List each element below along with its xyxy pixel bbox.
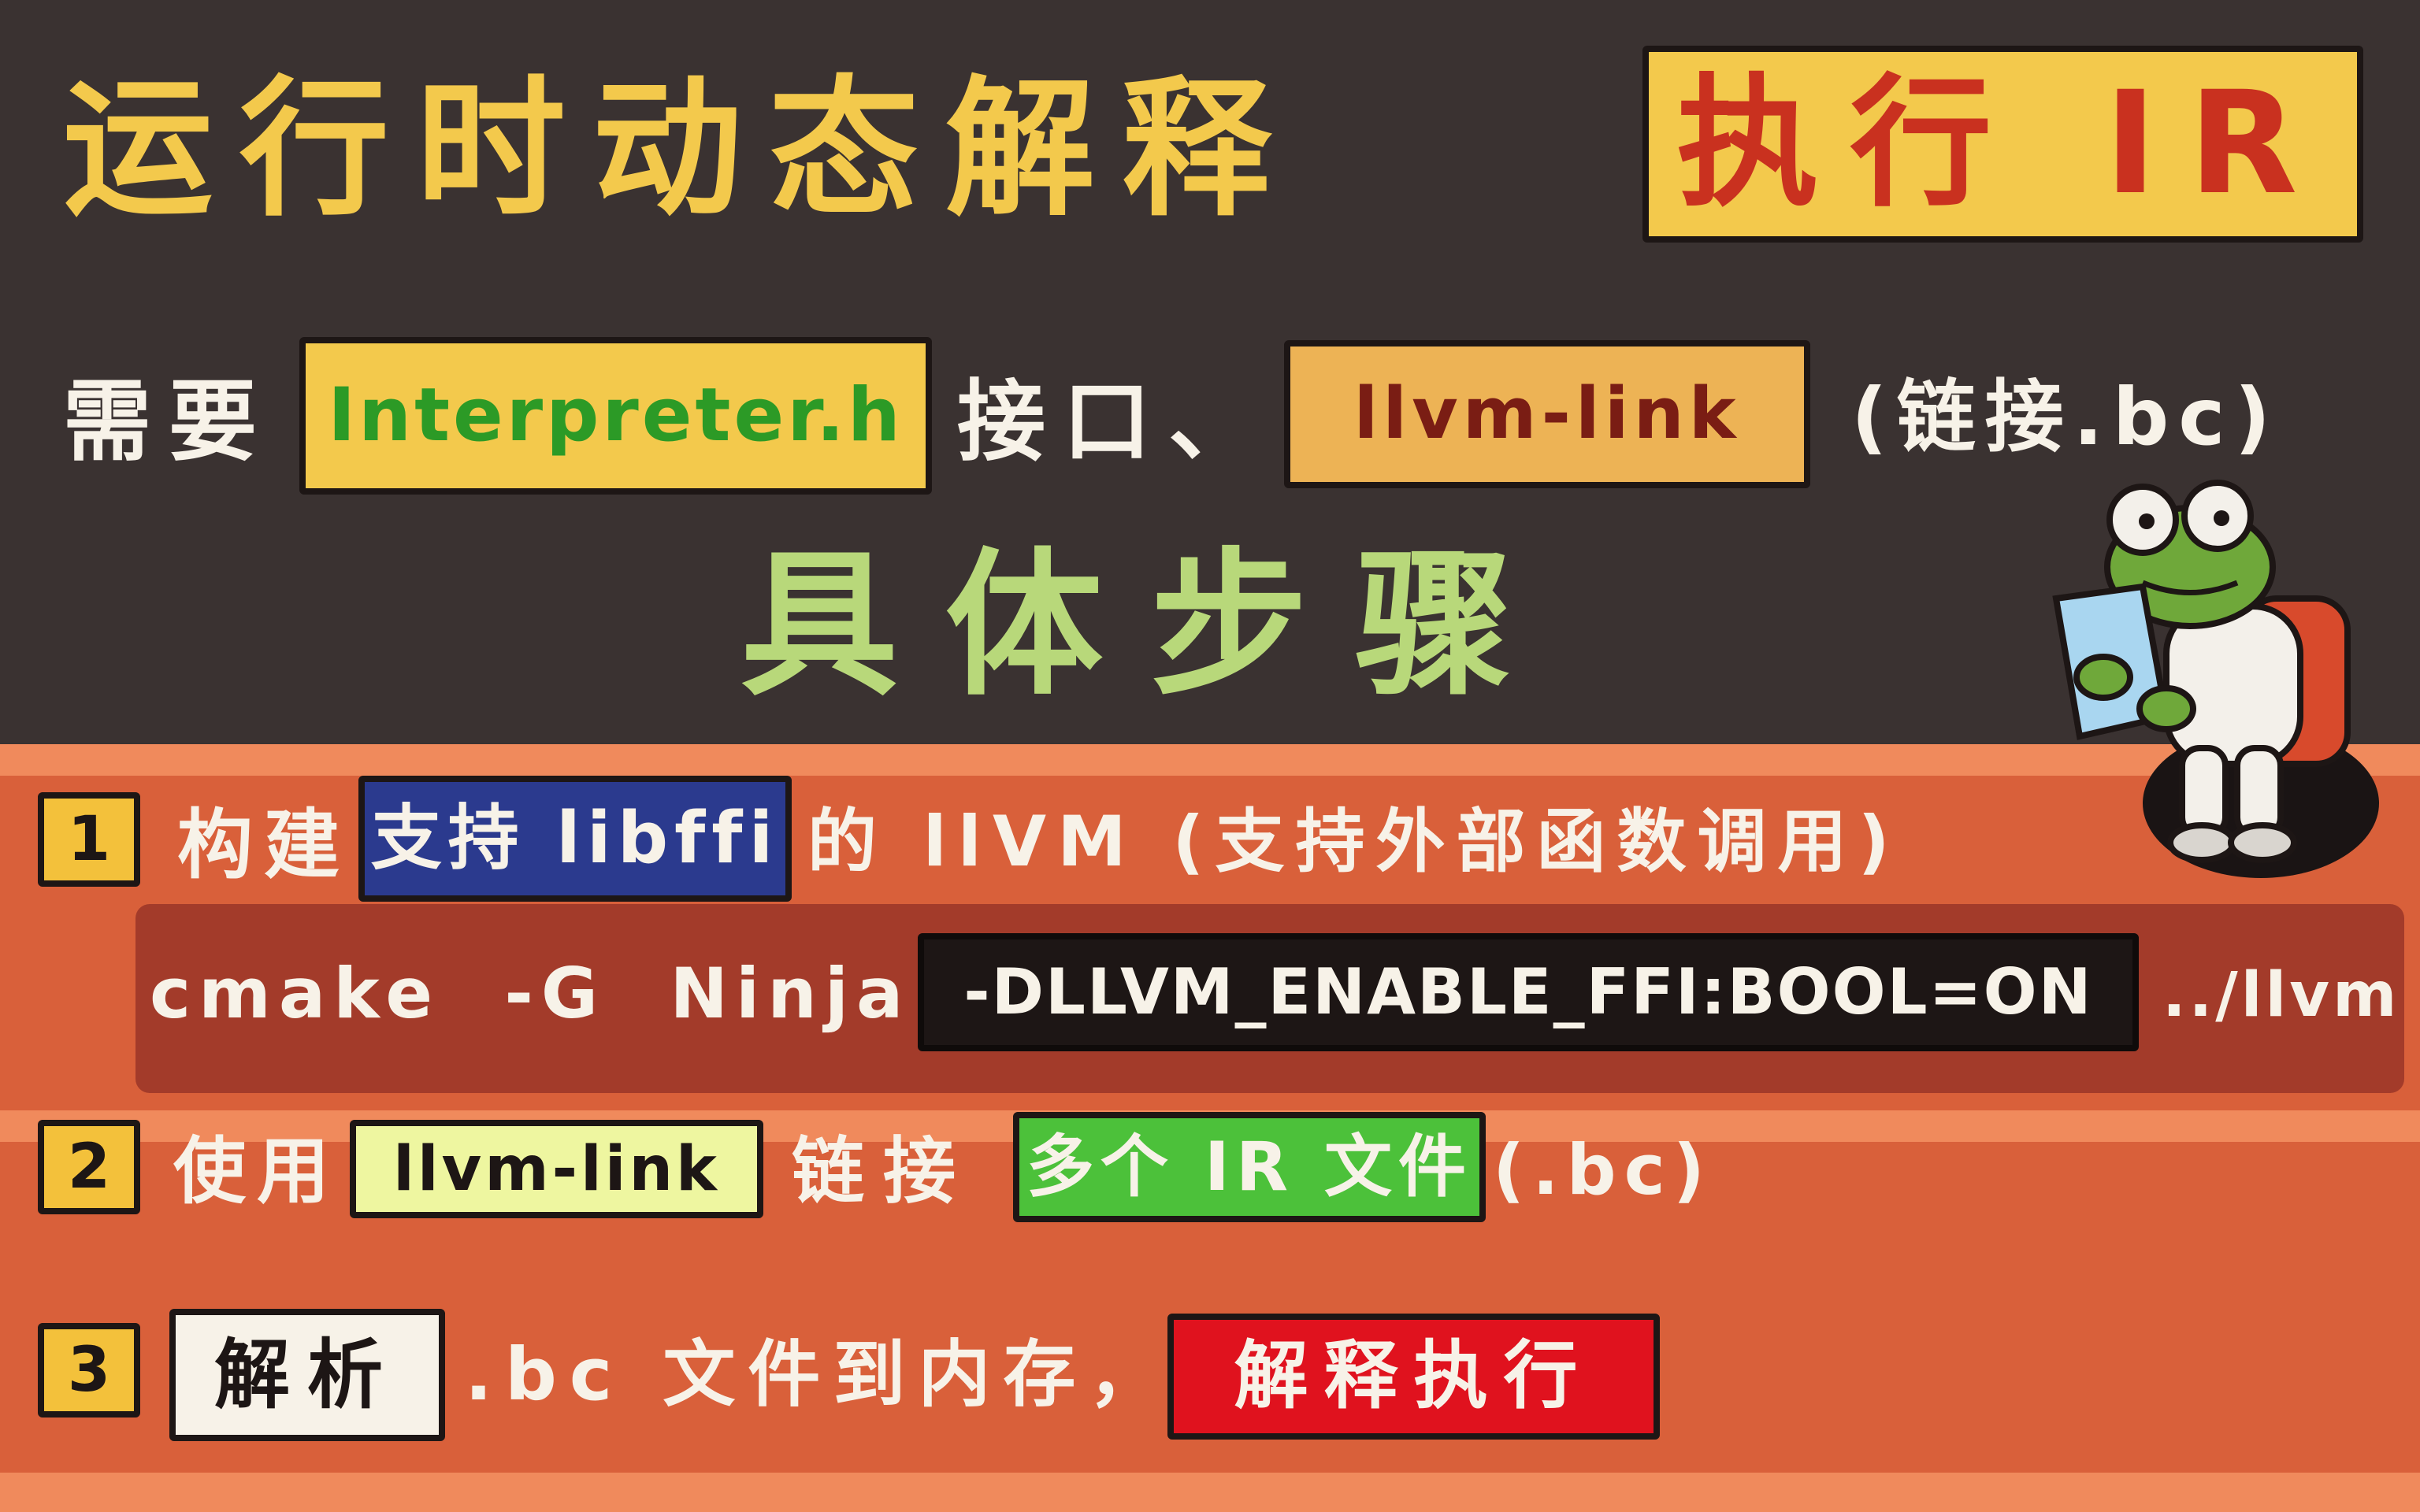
subtitle-mid: 接口、 xyxy=(957,371,1274,473)
step-2-mid: 链接 xyxy=(792,1129,975,1214)
step-1-number: 1 xyxy=(38,792,140,887)
page-title: 运行时动态解释 xyxy=(63,62,1299,236)
step-2-number: 2 xyxy=(38,1120,140,1214)
cmake-source-path: ../llvm xyxy=(2162,960,2400,1031)
steps-heading: 具体步骤 xyxy=(740,534,1561,717)
cmake-command: cmake -G Ninja xyxy=(150,953,911,1034)
step-1-post: 的 llVM (支持外部函数调用) xyxy=(807,801,1901,882)
step-3-number: 3 xyxy=(38,1323,140,1418)
interpreter-header-box: Interpreter.h xyxy=(299,337,932,495)
step-2-pre: 使用 xyxy=(173,1129,341,1214)
llvm-link-step-box: llvm-link xyxy=(350,1120,763,1218)
subtitle-suffix: (链接.bc) xyxy=(1851,371,2281,463)
parse-box: 解析 xyxy=(169,1309,445,1441)
frog-reading-map-icon xyxy=(2052,480,2379,878)
step-1-pre: 构建 xyxy=(177,801,351,889)
step-3-mid: .bc 文件到内存， xyxy=(465,1332,1174,1417)
step-2-post: (.bc) xyxy=(1493,1129,1713,1210)
ffi-flag-box: -DLLVM_ENABLE_FFI:BOOL=ON xyxy=(918,933,2139,1051)
libffi-support-box: 支持 libffi xyxy=(358,776,792,902)
title-highlight: 执行 IR xyxy=(1642,46,2363,243)
llvm-link-box: llvm-link xyxy=(1284,340,1810,488)
stripe-divider xyxy=(0,1473,2420,1512)
subtitle-prefix: 需要 xyxy=(63,371,274,473)
multiple-ir-files-box: 多个 IR 文件 xyxy=(1013,1112,1486,1222)
interpret-execute-box: 解释执行 xyxy=(1167,1314,1660,1440)
